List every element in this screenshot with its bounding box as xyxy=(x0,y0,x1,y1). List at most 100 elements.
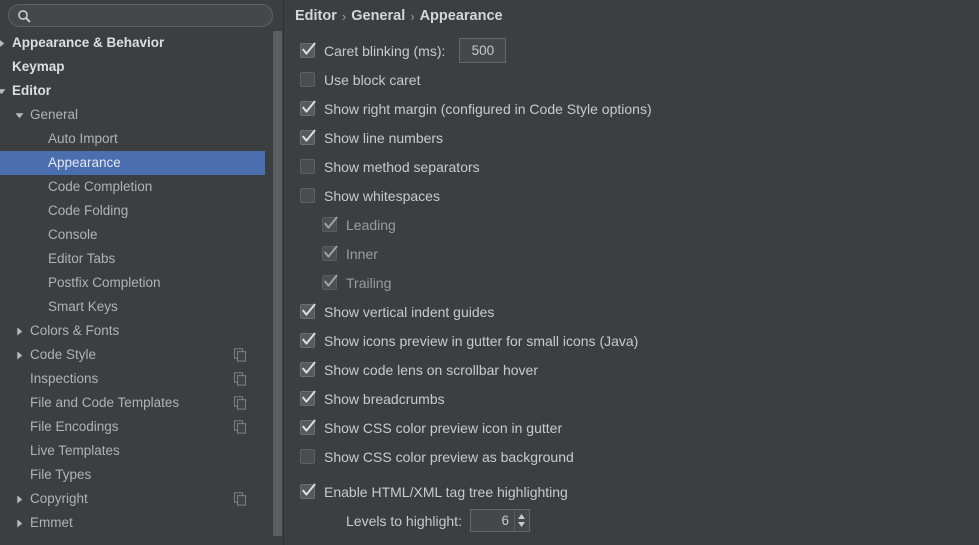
sidebar-item-label: Copyright xyxy=(30,491,88,507)
caret-blinking-input[interactable] xyxy=(459,38,507,63)
option-row: Enable HTML/XML tag tree highlighting xyxy=(292,477,979,506)
sidebar-item-inspections[interactable]: Inspections xyxy=(0,367,265,391)
sidebar-item-label: Keymap xyxy=(12,59,65,75)
checkbox-inner xyxy=(322,245,338,261)
checkbox-show-icons-preview-in-gutter-for-small-icons-java[interactable] xyxy=(300,332,316,348)
search-box[interactable] xyxy=(8,4,273,27)
checkbox-enable-html-xml-tag-tree-highlighting[interactable] xyxy=(300,483,316,499)
settings-main-panel: Editor › General › Appearance Caret blinking… xyxy=(284,0,979,545)
option-label: Leading xyxy=(346,216,396,233)
checkbox-show-code-lens-on-scrollbar-hover[interactable] xyxy=(300,361,316,377)
option-row: Show CSS color preview icon in gutter xyxy=(292,413,979,442)
breadcrumb-part[interactable]: Editor xyxy=(295,8,337,24)
sidebar-item-code-style[interactable]: Code Style xyxy=(0,343,265,367)
checkbox-leading xyxy=(322,216,338,232)
option-label: Show whitespaces xyxy=(324,187,440,204)
sidebar-item-postfix-completion[interactable]: Postfix Completion xyxy=(0,271,265,295)
option-label: Inner xyxy=(346,245,378,262)
checkbox-caret-blinking-ms[interactable] xyxy=(300,42,316,58)
levels-to-highlight-stepper[interactable]: 6 xyxy=(469,509,530,532)
sidebar-scrollbar-track[interactable] xyxy=(270,28,283,545)
sidebar-item-editor[interactable]: Editor xyxy=(0,79,265,103)
spinner-value[interactable]: 6 xyxy=(471,513,514,528)
chevron-right-icon[interactable] xyxy=(14,518,25,529)
settings-dialog: Appearance & Behavior Keymap Editor General… xyxy=(0,0,979,545)
copy-icon[interactable] xyxy=(233,420,247,434)
checkbox-show-right-margin-configured-in-code-style-options[interactable] xyxy=(300,100,316,116)
option-row: Show vertical indent guides xyxy=(292,297,979,326)
chevron-right-icon[interactable] xyxy=(0,38,7,49)
sidebar-item-label: File Types xyxy=(30,467,92,483)
sidebar-item-auto-import[interactable]: Auto Import xyxy=(0,127,265,151)
option-label: Show vertical indent guides xyxy=(324,303,495,320)
sidebar-item-colors-fonts[interactable]: Colors & Fonts xyxy=(0,319,265,343)
copy-icon[interactable] xyxy=(233,348,247,362)
option-row: Inner xyxy=(292,239,979,268)
copy-icon[interactable] xyxy=(233,396,247,410)
sidebar-item-label: Emmet xyxy=(30,515,73,531)
option-label: Show CSS color preview icon in gutter xyxy=(324,419,563,436)
option-label: Enable HTML/XML tag tree highlighting xyxy=(324,483,568,500)
sidebar-scrollbar-thumb[interactable] xyxy=(273,31,282,536)
checkbox-show-method-separators[interactable] xyxy=(300,159,315,174)
option-row: Show line numbers xyxy=(292,123,979,152)
sidebar-item-appearance-behavior[interactable]: Appearance & Behavior xyxy=(0,31,265,55)
option-row: Show right margin (configured in Code St… xyxy=(292,94,979,123)
sidebar-item-keymap[interactable]: Keymap xyxy=(0,55,265,79)
sidebar-item-general[interactable]: General xyxy=(0,103,265,127)
settings-tree[interactable]: Appearance & Behavior Keymap Editor General… xyxy=(0,31,265,545)
checkbox-show-css-color-preview-as-background[interactable] xyxy=(300,449,315,464)
sidebar-item-label: Editor xyxy=(12,83,51,99)
sidebar-item-code-folding[interactable]: Code Folding xyxy=(0,199,265,223)
breadcrumb-part[interactable]: Appearance xyxy=(420,8,503,24)
option-label: Use block caret xyxy=(324,71,421,88)
spinner-arrows-icon[interactable] xyxy=(513,510,529,531)
sidebar-item-emmet[interactable]: Emmet xyxy=(0,511,265,535)
chevron-down-icon[interactable] xyxy=(14,110,25,121)
sidebar-item-label: Appearance & Behavior xyxy=(12,35,165,51)
sidebar-item-label: Editor Tabs xyxy=(48,251,116,267)
option-label: Trailing xyxy=(346,274,392,291)
checkbox-show-css-color-preview-icon-in-gutter[interactable] xyxy=(300,419,316,435)
option-label: Caret blinking (ms): xyxy=(324,42,446,59)
checkbox-show-vertical-indent-guides[interactable] xyxy=(300,303,316,319)
checkbox-trailing xyxy=(322,274,338,290)
sidebar-item-live-templates[interactable]: Live Templates xyxy=(0,439,265,463)
sidebar-item-code-completion[interactable]: Code Completion xyxy=(0,175,265,199)
checkbox-show-breadcrumbs[interactable] xyxy=(300,390,316,406)
breadcrumb-part[interactable]: General xyxy=(351,8,405,24)
sidebar-item-file-and-code-templates[interactable]: File and Code Templates xyxy=(0,391,265,415)
sidebar-item-label: Smart Keys xyxy=(48,299,118,315)
sidebar-item-appearance[interactable]: Appearance xyxy=(0,151,265,175)
chevron-right-icon[interactable] xyxy=(14,326,25,337)
chevron-right-icon[interactable] xyxy=(14,494,25,505)
option-row: Trailing xyxy=(292,268,979,297)
option-row: Show breadcrumbs xyxy=(292,384,979,413)
chevron-right-icon[interactable] xyxy=(14,350,25,361)
chevron-down-icon[interactable] xyxy=(0,86,7,97)
option-row: Show whitespaces xyxy=(292,181,979,210)
copy-icon[interactable] xyxy=(233,492,247,506)
checkbox-show-line-numbers[interactable] xyxy=(300,129,316,145)
sidebar-item-label: Console xyxy=(48,227,98,243)
sidebar-item-file-encodings[interactable]: File Encodings xyxy=(0,415,265,439)
sidebar-item-label: Inspections xyxy=(30,371,99,387)
sidebar-item-copyright[interactable]: Copyright xyxy=(0,487,265,511)
option-row: Leading xyxy=(292,210,979,239)
sidebar-item-file-types[interactable]: File Types xyxy=(0,463,265,487)
checkbox-show-whitespaces[interactable] xyxy=(300,188,315,203)
sidebar-item-console[interactable]: Console xyxy=(0,223,265,247)
sidebar-item-editor-tabs[interactable]: Editor Tabs xyxy=(0,247,265,271)
option-label: Show icons preview in gutter for small i… xyxy=(324,332,639,349)
checkbox-use-block-caret[interactable] xyxy=(300,72,315,87)
sidebar-item-label: File and Code Templates xyxy=(30,395,180,411)
sidebar-item-label: Colors & Fonts xyxy=(30,323,120,339)
sidebar-item-smart-keys[interactable]: Smart Keys xyxy=(0,295,265,319)
breadcrumb: Editor › General › Appearance xyxy=(292,0,979,32)
search-input[interactable] xyxy=(36,8,246,23)
breadcrumb-separator: › xyxy=(410,8,415,24)
copy-icon[interactable] xyxy=(233,372,247,386)
option-row: Show code lens on scrollbar hover xyxy=(292,355,979,384)
option-row: Caret blinking (ms): xyxy=(292,36,979,65)
option-row: Levels to highlight: 6 xyxy=(292,506,979,535)
